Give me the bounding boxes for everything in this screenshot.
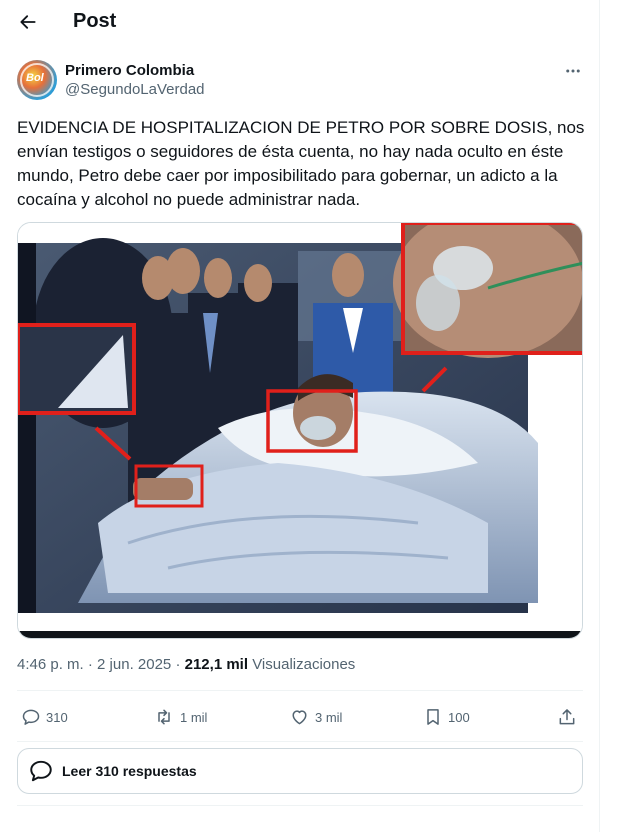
- top-bar: Post: [0, 0, 599, 44]
- repost-icon: [158, 709, 170, 725]
- more-options-button[interactable]: [560, 58, 586, 84]
- read-replies-label: Leer 310 respuestas: [62, 763, 197, 779]
- reply-button[interactable]: 310: [21, 703, 68, 731]
- heart-icon: [292, 710, 307, 725]
- share-icon: [559, 709, 575, 725]
- post-date[interactable]: 2 jun. 2025: [97, 656, 171, 673]
- post-metadata: 4:46 p. m. · 2 jun. 2025 · 212,1 mil Vis…: [17, 656, 355, 673]
- repost-count: 1 mil: [180, 709, 208, 725]
- reply-count: 310: [46, 709, 68, 725]
- divider: [17, 741, 583, 742]
- reply-icon: [22, 709, 40, 725]
- hospital-photo-illustration: [18, 223, 582, 638]
- post-text: EVIDENCIA DE HOSPITALIZACION DE PETRO PO…: [17, 118, 585, 209]
- views-count: 212,1 mil: [184, 656, 249, 673]
- bookmark-icon: [427, 709, 439, 725]
- chat-bubble-icon: [30, 760, 52, 782]
- author-handle[interactable]: @SegundoLaVerdad: [65, 81, 205, 98]
- like-count: 3 mil: [315, 709, 343, 725]
- back-button[interactable]: [14, 8, 42, 36]
- avatar[interactable]: Bol: [17, 60, 57, 100]
- column-border: [599, 0, 600, 832]
- divider: [17, 805, 583, 806]
- views-label: Visualizaciones: [252, 656, 356, 673]
- post-time[interactable]: 4:46 p. m.: [17, 656, 84, 673]
- read-replies-button[interactable]: Leer 310 respuestas: [17, 748, 583, 794]
- meta-separator: ·: [87, 656, 93, 673]
- arrow-left-icon: [20, 15, 36, 29]
- like-button[interactable]: 3 mil: [289, 703, 342, 731]
- share-button[interactable]: [557, 703, 577, 731]
- more-dots-icon: [566, 69, 580, 73]
- meta-separator: ·: [175, 656, 181, 673]
- divider: [17, 690, 583, 691]
- page-title: Post: [73, 10, 117, 32]
- bookmark-count: 100: [448, 709, 470, 725]
- author-name[interactable]: Primero Colombia: [65, 62, 194, 79]
- action-bar: 310 1 mil 3 mil 100: [17, 703, 583, 731]
- avatar-logo-text: Bol: [26, 72, 44, 84]
- bookmark-button[interactable]: 100: [423, 703, 470, 731]
- repost-button[interactable]: 1 mil: [153, 703, 207, 731]
- post-image[interactable]: [17, 222, 583, 639]
